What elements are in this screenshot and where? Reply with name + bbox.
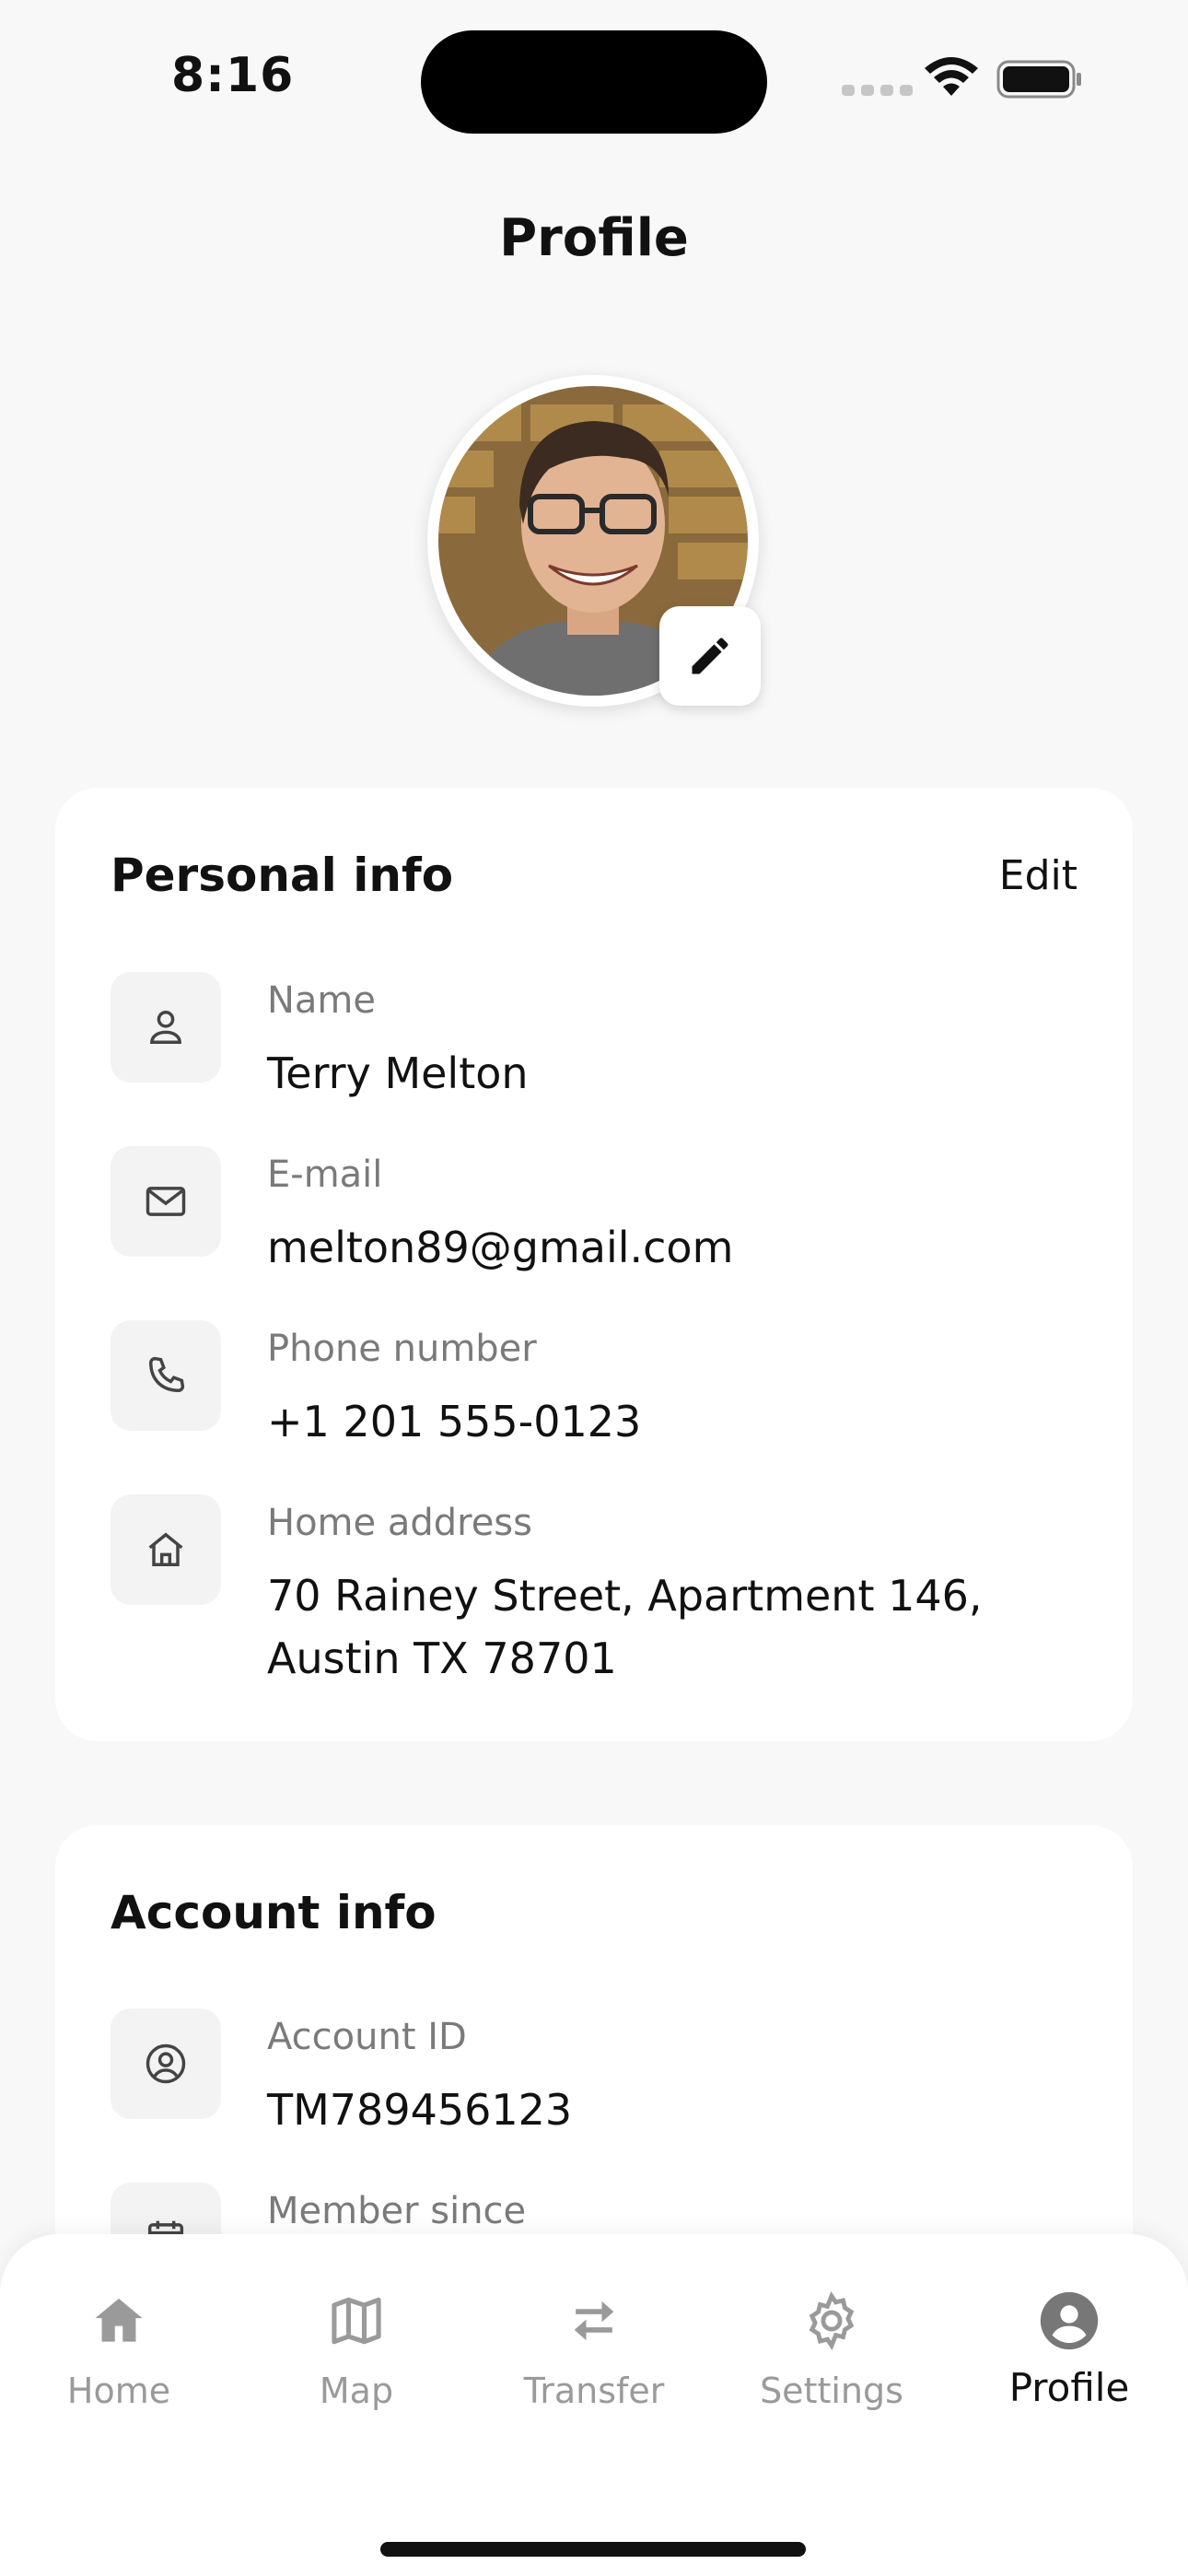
email-value: melton89@gmail.com [267,1223,734,1272]
tab-settings-label: Settings [760,2371,903,2411]
name-value: Terry Melton [267,1048,529,1098]
home-icon [111,1494,221,1605]
email-label: E-mail [267,1153,383,1196]
profile-screen: 8:16 Profile Personal info Edit Name Ter… [0,0,1188,2576]
address-label: Home address [267,1502,532,1544]
gear-icon [809,2290,855,2351]
phone-value: +1 201 555-0123 [267,1397,642,1446]
tab-map[interactable]: Map [241,2289,472,2411]
personal-info-card: Personal info Edit Name Terry Melton E-m… [55,788,1133,1741]
account-id-value: TM789456123 [267,2085,573,2135]
tab-home-label: Home [66,2371,171,2411]
transfer-icon [574,2301,614,2341]
tab-map-label: Map [319,2371,394,2411]
cellular-signal-icon [842,85,913,96]
tab-bar: Home Map Transfer Settings Profile [0,2234,1188,2576]
name-label: Name [267,979,377,1022]
wifi-icon [925,57,978,96]
page-title: Profile [499,208,689,268]
account-circle-icon [111,2008,221,2119]
tab-home[interactable]: Home [4,2289,234,2411]
edit-avatar-button[interactable] [659,606,761,706]
home-icon [95,2298,143,2342]
status-time: 8:16 [171,48,295,103]
dynamic-island [421,30,767,134]
tab-profile[interactable]: Profile [954,2289,1184,2410]
tab-transfer[interactable]: Transfer [479,2289,709,2411]
pencil-icon [692,638,728,674]
tab-profile-label: Profile [1008,2365,1130,2410]
mail-icon [111,1146,221,1257]
member-since-label: Member since [267,2190,527,2232]
edit-personal-info-button[interactable]: Edit [999,852,1077,899]
tab-transfer-label: Transfer [523,2371,665,2411]
personal-info-title: Personal info [111,849,454,902]
address-value: 70 Rainey Street, Apartment 146, Austin … [267,1571,983,1683]
tab-settings[interactable]: Settings [716,2289,947,2411]
phone-label: Phone number [267,1328,537,1370]
account-id-label: Account ID [267,2016,467,2058]
profile-icon [1040,2291,1099,2350]
account-info-title: Account info [111,1886,437,1939]
home-indicator [380,2542,806,2557]
map-icon [332,2297,381,2345]
person-icon [111,972,221,1083]
phone-icon [111,1320,221,1431]
battery-icon [996,60,1081,99]
